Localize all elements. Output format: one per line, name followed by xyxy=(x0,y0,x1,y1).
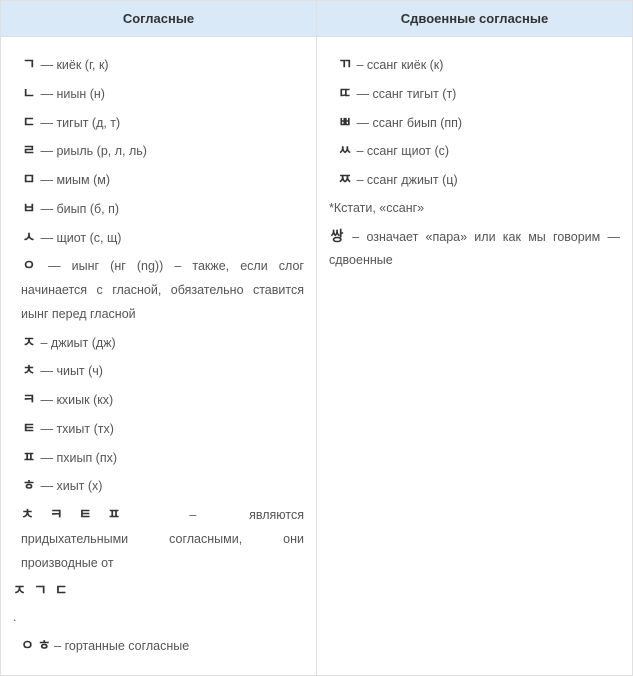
jamo-letter: ㄱ xyxy=(21,51,37,78)
consonant-row: ㄱ — киёк (г, к) xyxy=(13,51,304,78)
consonant-row: ㅎ — хиыт (х) xyxy=(13,472,304,499)
derived-from: ㅈㄱㄷ xyxy=(13,577,304,604)
double-consonant-description: – ссанг джиыт (ц) xyxy=(353,173,458,187)
jamo-letter: ㅁ xyxy=(21,166,37,193)
jamo-letter: ㄸ xyxy=(337,80,353,107)
jamo-letter: ㄹ xyxy=(21,137,37,164)
consonant-row: ㄴ — ниын (н) xyxy=(13,80,304,107)
cell-double-consonants: ㄲ – ссанг киёк (к)ㄸ — ссанг тигыт (т)ㅃ —… xyxy=(317,37,633,676)
double-consonant-description: — ссанг биып (пп) xyxy=(353,116,462,130)
jamo-letter: ㅉ xyxy=(337,166,353,193)
consonant-description: — тигыт (д, т) xyxy=(37,116,120,130)
consonant-row: ㅅ — щиот (с, щ) xyxy=(13,224,304,251)
double-consonant-row: ㅆ – ссанг щиот (с) xyxy=(329,137,620,164)
consonant-row: ㅌ — тхиыт (тх) xyxy=(13,415,304,442)
jamo-letter: ㅅ xyxy=(21,224,37,251)
jamo-letter: ㅃ xyxy=(337,109,353,136)
double-consonant-description: — ссанг тигыт (т) xyxy=(353,87,456,101)
consonant-row: ㅋ — кхиык (кх) xyxy=(13,386,304,413)
consonant-description: — миым (м) xyxy=(37,173,110,187)
double-consonant-row: ㅃ — ссанг биып (пп) xyxy=(329,109,620,136)
double-consonant-description: – ссанг киёк (к) xyxy=(353,58,443,72)
double-consonant-row: ㄸ — ссанг тигыт (т) xyxy=(329,80,620,107)
consonant-description: — чиыт (ч) xyxy=(37,364,103,378)
consonant-description: — щиот (с, щ) xyxy=(37,231,121,245)
jamo-letter: ㅌ xyxy=(21,415,37,442)
double-consonant-row: ㅉ – ссанг джиыт (ц) xyxy=(329,166,620,193)
consonants-table: Согласные Сдвоенные согласные ㄱ — киёк (… xyxy=(0,0,633,676)
jamo-letter: ㅋ xyxy=(21,386,37,413)
jamo-letter: ㅂ xyxy=(21,195,37,222)
jamo-letter: ㅍ xyxy=(21,444,37,471)
consonant-description: — пхиып (пх) xyxy=(37,451,117,465)
jamo-letter: ㅊ xyxy=(21,357,37,384)
jamo-letter: ㅎ xyxy=(21,472,37,499)
aspirated-group: ㅊㅋㅌㅍ xyxy=(21,506,137,522)
jamo-letter: ㄲ xyxy=(337,51,353,78)
consonant-description: – джиыт (дж) xyxy=(37,336,116,350)
guttural-text: гортанные согласные xyxy=(65,639,190,653)
jamo-letter: ㄴ xyxy=(21,80,37,107)
ssang-text: означает «пара» или как мы говорим — сдв… xyxy=(329,230,620,268)
double-consonant-row: ㄲ – ссанг киёк (к) xyxy=(329,51,620,78)
consonant-description: — тхиыт (тх) xyxy=(37,422,114,436)
consonant-row: ㅂ — биып (б, п) xyxy=(13,195,304,222)
cell-consonants: ㄱ — киёк (г, к)ㄴ — ниын (н)ㄷ — тигыт (д,… xyxy=(1,37,317,676)
jamo-letter: ㅆ xyxy=(337,137,353,164)
guttural-note: ㅇ ㅎ – гортанные согласные xyxy=(13,632,304,659)
consonant-row: ㄹ — риыль (р, л, ль) xyxy=(13,137,304,164)
consonant-row: ㄷ — тигыт (д, т) xyxy=(13,109,304,136)
jamo-letter: ㅇ xyxy=(21,252,37,279)
consonant-row: ㅇ — иынг (нг (ng)) – также, если слог на… xyxy=(13,252,304,326)
consonant-description: — хиыт (х) xyxy=(37,479,102,493)
consonant-row: ㅈ – джиыт (дж) xyxy=(13,329,304,356)
consonant-description: — риыль (р, л, ль) xyxy=(37,144,147,158)
header-double-consonants: Сдвоенные согласные xyxy=(317,1,633,37)
header-consonants: Согласные xyxy=(1,1,317,37)
consonant-description: — иынг (нг (ng)) – также, если слог начи… xyxy=(21,259,304,321)
ssang-definition: 쌍 – означает «пара» или как мы говорим —… xyxy=(329,223,620,274)
ssang-word: 쌍 xyxy=(329,223,345,250)
separator-dot: . xyxy=(13,606,304,630)
ssang-note-intro: *Кстати, «ссанг» xyxy=(329,197,620,221)
consonant-row: ㅍ — пхиып (пх) xyxy=(13,444,304,471)
guttural-group: ㅇ ㅎ xyxy=(21,632,51,659)
consonant-description: — киёк (г, к) xyxy=(37,58,109,72)
jamo-letter: ㄷ xyxy=(21,109,37,136)
consonant-row: ㅁ — миым (м) xyxy=(13,166,304,193)
consonant-description: — ниын (н) xyxy=(37,87,105,101)
jamo-letter: ㅈ xyxy=(21,329,37,356)
consonant-description: — кхиык (кх) xyxy=(37,393,113,407)
aspirated-note: ㅊㅋㅌㅍ – являются придыхательными согласны… xyxy=(13,501,304,575)
consonant-row: ㅊ — чиыт (ч) xyxy=(13,357,304,384)
double-consonant-description: – ссанг щиот (с) xyxy=(353,144,449,158)
consonant-description: — биып (б, п) xyxy=(37,202,119,216)
